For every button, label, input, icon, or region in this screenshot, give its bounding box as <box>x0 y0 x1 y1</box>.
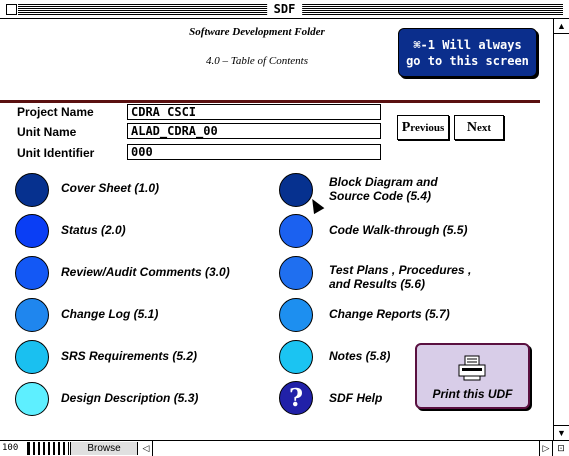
scroll-down-arrow-icon[interactable]: ▼ <box>554 425 569 440</box>
toc-label-notes[interactable]: Notes (5.8) <box>329 349 390 363</box>
toc-button-change-reports[interactable] <box>279 298 313 332</box>
resize-grip-icon[interactable]: ⊡ <box>553 441 569 456</box>
previous-button[interactable]: Previous <box>397 115 449 140</box>
toc-label-code-walkthrough[interactable]: Code Walk-through (5.5) <box>329 223 467 237</box>
toc-label-change-reports[interactable]: Change Reports (5.7) <box>329 307 450 321</box>
project-name-field[interactable]: CDRA CSCI <box>127 104 381 120</box>
scroll-left-arrow-icon[interactable]: ◁ <box>140 441 153 456</box>
toc-button-status[interactable] <box>15 214 49 248</box>
print-udf-button[interactable]: Print this UDF <box>415 343 530 409</box>
toc-button-cover-sheet[interactable] <box>15 173 49 207</box>
help-question-icon[interactable]: ? <box>279 381 313 415</box>
horizontal-scrollbar[interactable]: ◁ ▷ <box>140 441 553 456</box>
toc-button-test-plans[interactable] <box>279 256 313 290</box>
previous-button-label: revious <box>410 122 445 134</box>
toc-button-change-log[interactable] <box>15 298 49 332</box>
close-box[interactable] <box>6 4 17 15</box>
toc-label-status[interactable]: Status (2.0) <box>61 223 126 237</box>
toc-button-srs-requirements[interactable] <box>15 340 49 374</box>
unit-name-field[interactable]: ALAD_CDRA_00 <box>127 123 381 139</box>
toc-label-block-diagram[interactable]: Block Diagram and Source Code (5.4) <box>329 175 438 203</box>
toc-label-cover-sheet[interactable]: Cover Sheet (1.0) <box>61 181 159 195</box>
unit-identifier-field[interactable]: 000 <box>127 144 381 160</box>
toc-label-design-description[interactable]: Design Description (5.3) <box>61 391 198 405</box>
window-title: SDF <box>266 1 303 17</box>
previous-button-cap: P <box>401 120 411 135</box>
unit-identifier-label: Unit Identifier <box>17 146 95 160</box>
shortcut-hint-line2: go to this screen <box>406 54 529 68</box>
toc-button-code-walkthrough[interactable] <box>279 214 313 248</box>
toc-label-change-log[interactable]: Change Log (5.1) <box>61 307 158 321</box>
toc-button-design-description[interactable] <box>15 382 49 416</box>
shortcut-hint-box: ⌘-1 Will always go to this screen <box>398 28 537 77</box>
zoom-tools-icon[interactable] <box>27 442 69 455</box>
toc-label-test-plans[interactable]: Test Plans , Procedures , and Results (5… <box>329 263 471 291</box>
toc-label-review-audit[interactable]: Review/Audit Comments (3.0) <box>61 265 230 279</box>
toc-button-review-audit[interactable] <box>15 256 49 290</box>
toc-button-notes[interactable] <box>279 340 313 374</box>
unit-name-label: Unit Name <box>17 125 77 139</box>
scroll-right-arrow-icon[interactable]: ▷ <box>539 441 552 456</box>
header-divider <box>0 100 540 103</box>
vertical-scrollbar[interactable]: ▲ ▼ <box>553 19 569 440</box>
zoom-level[interactable]: 100 <box>2 443 26 453</box>
toc-label-sdf-help[interactable]: SDF Help <box>329 391 382 405</box>
next-button[interactable]: Next <box>454 115 504 140</box>
printer-icon <box>458 355 486 381</box>
toc-label-srs-requirements[interactable]: SRS Requirements (5.2) <box>61 349 197 363</box>
status-bar: 100 Browse ◁ ▷ ⊡ <box>0 440 569 456</box>
folder-title: Software Development Folder <box>189 26 325 38</box>
scroll-up-arrow-icon[interactable]: ▲ <box>554 19 569 34</box>
print-udf-label: Print this UDF <box>432 387 513 401</box>
window-titlebar[interactable]: SDF <box>0 0 569 19</box>
mode-indicator[interactable]: Browse <box>70 442 138 455</box>
next-button-label: ext <box>477 122 492 134</box>
toc-subtitle: 4.0 – Table of Contents <box>206 55 308 67</box>
next-button-cap: N <box>466 120 478 135</box>
project-name-label: Project Name <box>17 105 94 119</box>
shortcut-hint-line1: ⌘-1 Will always <box>413 38 522 52</box>
